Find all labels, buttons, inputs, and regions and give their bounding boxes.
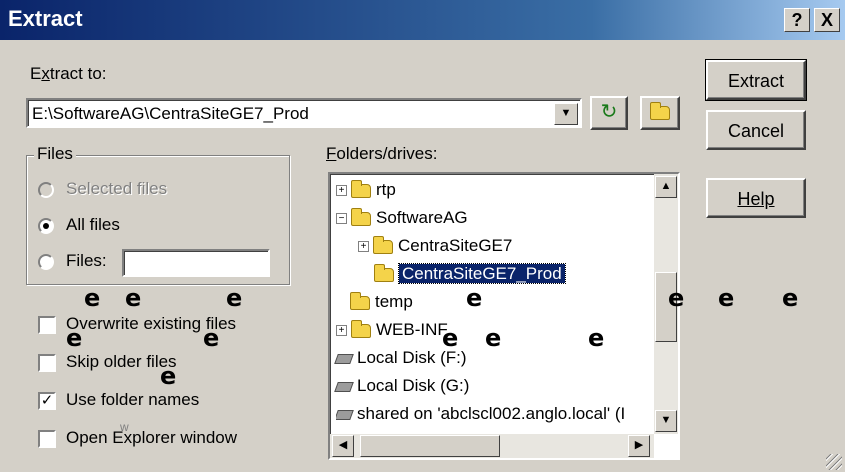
folder-icon [351, 179, 371, 198]
expand-icon[interactable]: + [358, 241, 369, 253]
artifact-glyph: e [226, 284, 243, 312]
checkbox-open-explorer[interactable] [38, 430, 56, 448]
extract-path-input[interactable]: E:\SoftwareAG\CentraSiteGE7_Prod [32, 104, 309, 124]
checkbox-skip-older[interactable] [38, 354, 56, 372]
checkbox-open-explorer-label: Open Explorer window [66, 428, 238, 447]
tree-item-softwareag[interactable]: − SoftwareAG [336, 207, 468, 232]
help-button[interactable]: Help [706, 178, 806, 218]
close-button[interactable]: X [814, 8, 840, 32]
selected-folder-label: CentraSiteGE7_Prod [398, 263, 566, 284]
horizontal-scrollbar[interactable]: ◀ ▶ [330, 434, 654, 458]
expand-icon[interactable]: + [336, 185, 347, 197]
tree-item-web-inf[interactable]: + WEB-INF [336, 319, 448, 344]
artifact-glyph: e [442, 324, 459, 352]
radio-files[interactable] [38, 254, 54, 270]
window-title: Extract [8, 6, 83, 31]
folder-tree[interactable]: + rtp − SoftwareAG + CentraSiteGE7 CentraSi… [328, 172, 680, 460]
radio-all-files[interactable] [38, 218, 54, 234]
tree-item-shared-drive[interactable]: shared on 'abclscl002.anglo.local' (I [336, 404, 648, 428]
extract-path-combobox[interactable]: E:\SoftwareAG\CentraSiteGE7_Prod ▼ [26, 98, 582, 128]
artifact-glyph: e [718, 284, 735, 312]
artifact-glyph: e [203, 324, 220, 352]
folders-label: Folders/drives: [326, 144, 438, 163]
extract-to-label: Extract to: [30, 64, 107, 83]
scroll-right-arrow[interactable]: ▶ [628, 435, 650, 457]
files-filter-input[interactable] [122, 249, 270, 277]
artifact-glyph: e [588, 324, 605, 352]
artifact-glyph: e [66, 324, 83, 352]
extract-button[interactable]: Extract [705, 59, 807, 101]
radio-selected-files-label: Selected files [66, 179, 168, 198]
checkbox-use-folder-names[interactable]: ✓ [38, 392, 56, 410]
files-group-label: Files [34, 144, 76, 164]
refresh-arrow-icon: ↻ [600, 101, 618, 123]
radio-selected-files[interactable] [38, 182, 54, 198]
folder-up-button[interactable]: ↻ [590, 96, 628, 130]
combo-dropdown-arrow[interactable]: ▼ [554, 103, 578, 125]
cancel-button[interactable]: Cancel [706, 110, 806, 150]
artifact-glyph: e [668, 284, 685, 312]
scroll-left-arrow[interactable]: ◀ [332, 435, 354, 457]
artifact-glyph: e [782, 284, 799, 312]
tree-item-centrasitege7[interactable]: + CentraSiteGE7 [358, 235, 512, 260]
folder-icon [351, 207, 371, 226]
help-button-label: Help [737, 189, 775, 209]
folder-icon [350, 291, 370, 310]
scroll-up-arrow[interactable]: ▲ [655, 176, 677, 198]
folder-icon [351, 319, 371, 338]
artifact-glyph: e [466, 284, 483, 312]
radio-dot [43, 223, 49, 229]
new-folder-button[interactable] [640, 96, 680, 130]
artifact-glyph: e [485, 324, 502, 352]
collapse-icon[interactable]: − [336, 213, 347, 225]
tree-item-rtp[interactable]: + rtp [336, 179, 396, 204]
radio-files-label: Files: [66, 251, 107, 270]
network-drive-icon [336, 409, 354, 420]
checkbox-overwrite[interactable] [38, 316, 56, 334]
title-bar: Extract ? X [0, 0, 845, 40]
folder-icon [373, 235, 393, 254]
horizontal-scroll-thumb[interactable] [360, 435, 500, 457]
expand-icon[interactable]: + [336, 325, 347, 337]
tree-item-local-disk-g[interactable]: Local Disk (G:) [334, 376, 469, 400]
help-title-button[interactable]: ? [784, 8, 810, 32]
resize-grip[interactable] [826, 454, 842, 470]
disk-drive-icon [334, 353, 354, 364]
radio-all-files-label: All files [66, 215, 120, 234]
artifact-glyph: e [160, 362, 177, 390]
artifact-glyph: e [84, 284, 101, 312]
checkbox-use-folder-names-label: Use folder names [66, 390, 200, 409]
scroll-down-arrow[interactable]: ▼ [655, 410, 677, 432]
new-folder-icon [650, 102, 670, 121]
tree-item-temp[interactable]: temp [350, 291, 413, 316]
disk-drive-icon [334, 381, 354, 392]
artifact-glyph: e [125, 284, 142, 312]
open-folder-icon [374, 263, 394, 282]
artifact-small-glyph: w [120, 420, 129, 434]
